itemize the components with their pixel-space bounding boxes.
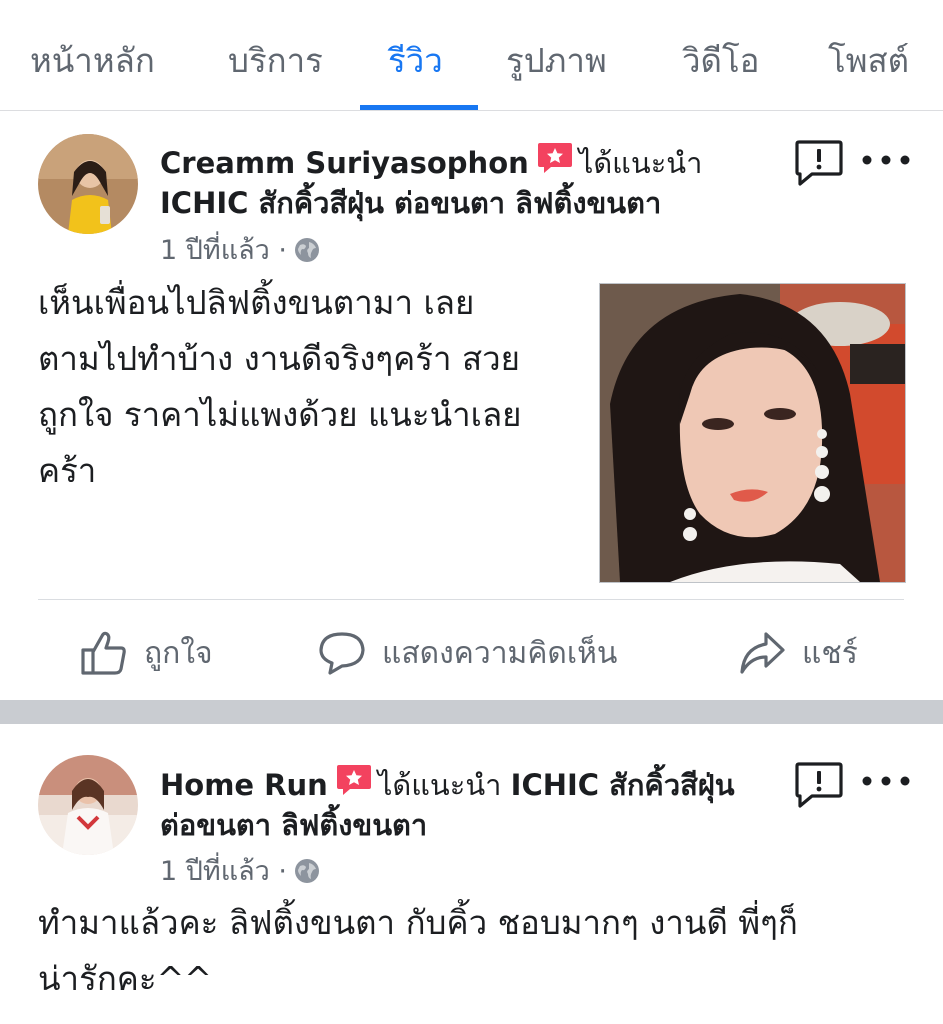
review-text-line: คร้า (38, 451, 97, 490)
review-text: เห็นเพื่อนไปลิฟติ้งขนตามา เลย ตามไปทำบ้า… (38, 275, 522, 499)
like-button[interactable]: ถูกใจ (80, 628, 213, 678)
avatar[interactable] (38, 134, 138, 234)
post-time[interactable]: 1 ปีที่แล้ว · (160, 856, 287, 887)
tab-videos[interactable]: วิดีโอ (682, 34, 760, 87)
review-text-line: ตามไปทำบ้าง งานดีจริงๆคร้า สวย (38, 339, 520, 378)
tab-reviews[interactable]: รีวิว (388, 34, 443, 87)
review-text-line: เห็นเพื่อนไปลิฟติ้งขนตามา เลย (38, 283, 475, 322)
share-button[interactable]: แชร์ (738, 628, 858, 678)
author-name[interactable]: Home Run (160, 768, 328, 802)
avatar[interactable] (38, 755, 138, 855)
post-divider (38, 599, 904, 600)
review-photo[interactable] (599, 283, 906, 583)
post-meta: 1 ปีที่แล้ว · (160, 849, 321, 892)
more-icon[interactable] (858, 150, 914, 170)
globe-icon (293, 857, 321, 892)
author-name[interactable]: Creamm Suriyasophon (160, 146, 529, 180)
share-icon (740, 632, 785, 674)
share-label: แชร์ (802, 635, 858, 671)
review-text-line: น่ารักคะ^^ (38, 959, 212, 998)
tab-home[interactable]: หน้าหลัก (30, 34, 155, 87)
page-name[interactable]: ICHIC สักคิ้วสีฝุ่น (511, 768, 735, 802)
active-tab-indicator (360, 105, 478, 110)
globe-icon (293, 236, 321, 271)
comment-icon (319, 632, 365, 675)
comment-button[interactable]: แสดงความคิดเห็น (318, 628, 617, 678)
review-text: ทำมาแล้วคะ ลิฟติ้งขนตา กับคิ้ว ชอบมากๆ ง… (38, 895, 798, 1007)
more-icon[interactable] (858, 771, 914, 791)
post-time[interactable]: 1 ปีที่แล้ว · (160, 235, 287, 266)
page-name[interactable]: ต่อขนตา ลิฟติ้งขนตา (160, 802, 427, 848)
tab-services[interactable]: บริการ (228, 34, 323, 87)
like-icon (81, 631, 126, 675)
feed-separator (0, 700, 943, 724)
comment-label: แสดงความคิดเห็น (382, 635, 618, 671)
recommends-text: ได้แนะนำ (377, 768, 502, 802)
like-label: ถูกใจ (144, 635, 213, 671)
post-meta: 1 ปีที่แล้ว · (160, 228, 321, 271)
recommend-star-icon (537, 141, 573, 182)
page-name[interactable]: ICHIC สักคิ้วสีฝุ่น ต่อขนตา ลิฟติ้งขนตา (160, 180, 661, 226)
page-tabs: หน้าหลัก บริการ รีวิว รูปภาพ วิดีโอ โพสต… (0, 0, 943, 111)
tab-posts[interactable]: โพสต์ (828, 34, 909, 87)
recommends-text: ได้แนะนำ (578, 146, 703, 180)
report-icon[interactable] (794, 760, 844, 810)
tab-photos[interactable]: รูปภาพ (506, 34, 607, 87)
recommend-star-icon (336, 763, 372, 804)
report-icon[interactable] (794, 138, 844, 188)
review-text-line: ถูกใจ ราคาไม่แพงด้วย แนะนำเลย (38, 395, 522, 434)
review-text-line: ทำมาแล้วคะ ลิฟติ้งขนตา กับคิ้ว ชอบมากๆ ง… (38, 903, 798, 942)
